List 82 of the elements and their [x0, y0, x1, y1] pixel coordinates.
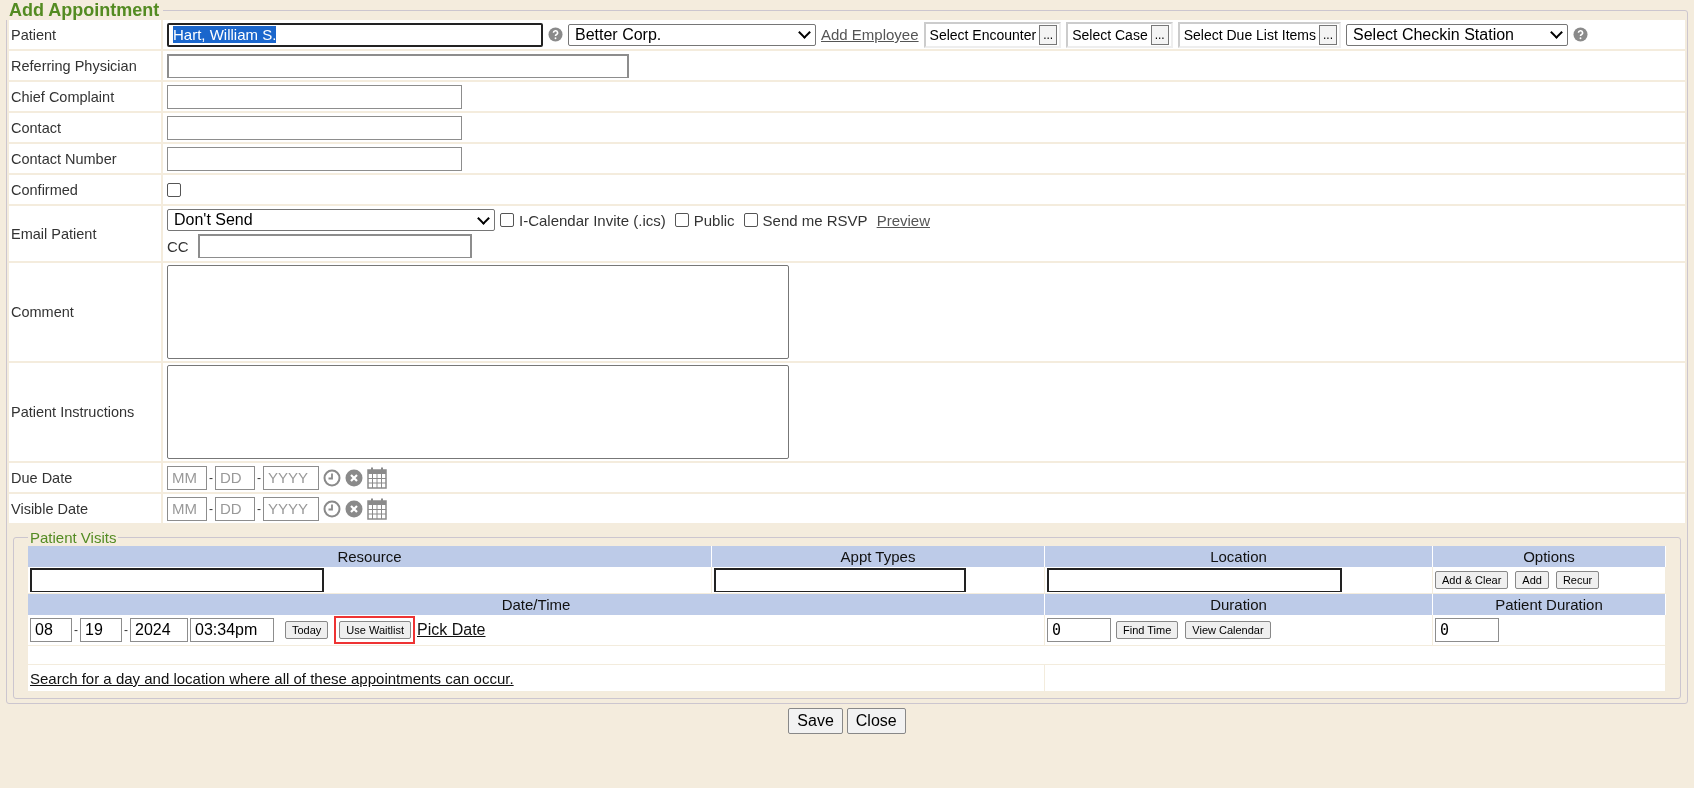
browse-button[interactable]: ... [1319, 24, 1337, 45]
checkbox-label: I-Calendar Invite (.ics) [519, 211, 666, 229]
clock-icon[interactable] [323, 499, 341, 518]
time-field[interactable]: 03:34pm [190, 618, 274, 642]
picker-field[interactable]: Select Case ... [1066, 21, 1173, 48]
calendar-icon[interactable] [367, 466, 387, 489]
preview-link[interactable]: Preview [876, 211, 930, 229]
date-button[interactable]: Use Waitlist [339, 621, 411, 639]
field-label: Patient [9, 20, 161, 49]
patient-field[interactable]: Hart, William S. [167, 22, 543, 47]
text-field[interactable] [167, 146, 462, 171]
field-label: Contact [9, 113, 161, 142]
location-field[interactable] [1047, 568, 1342, 592]
email-dropdown[interactable]: Don't Send [167, 209, 495, 231]
clear-icon[interactable] [345, 499, 363, 518]
field-label: Contact Number [9, 144, 161, 173]
employer-dropdown[interactable]: Better Corp. [568, 23, 816, 46]
browse-button[interactable]: ... [1039, 24, 1058, 45]
text-area[interactable] [167, 265, 789, 359]
clock-icon[interactable] [323, 468, 341, 487]
pick-date-link[interactable]: Pick Date [417, 621, 486, 639]
option-button[interactable]: Add & Clear [1435, 571, 1509, 589]
checkbox[interactable] [167, 182, 181, 197]
help-icon[interactable] [1573, 27, 1588, 42]
date-separator: - [74, 623, 78, 637]
checkbox[interactable] [674, 213, 689, 227]
date-separator: - [209, 470, 213, 485]
field-label: Referring Physician [9, 51, 161, 80]
column-header: Date/Time [28, 594, 1045, 615]
date-separator: - [257, 501, 261, 516]
search-link[interactable]: Search for a day and location where all of these appointments can occur. [30, 669, 514, 687]
field-label: Due Date [9, 463, 161, 492]
text-area[interactable] [167, 365, 789, 459]
appt-types-field[interactable] [714, 568, 966, 592]
column-header: Options [1433, 546, 1666, 567]
column-header: Resource [28, 546, 712, 567]
patient-name: Hart, William S. [173, 26, 277, 43]
text-field[interactable] [167, 115, 462, 140]
checkin-station-dropdown[interactable]: Select Checkin Station [1346, 23, 1568, 46]
field-label: Comment [9, 263, 161, 361]
duration-button[interactable]: View Calendar [1185, 621, 1271, 639]
date-separator: - [209, 501, 213, 516]
date-separator: - [124, 623, 128, 637]
date-separator: - [257, 470, 261, 485]
patient-duration-field[interactable]: 0 [1435, 618, 1499, 642]
calendar-icon[interactable] [367, 497, 387, 520]
field-label: Patient Instructions [9, 363, 161, 461]
checkbox-label: Public [693, 211, 735, 229]
picker-field[interactable]: Select Due List Items ... [1177, 21, 1341, 48]
checkbox-label: Send me RSVP [762, 211, 868, 229]
date-field[interactable]: 08 [30, 618, 72, 642]
duration-button[interactable]: Find Time [1116, 621, 1179, 639]
cc-label: CC [167, 237, 189, 255]
date-button[interactable]: Today [285, 621, 329, 639]
footer-button[interactable]: Close [846, 708, 906, 734]
field-label: Visible Date [9, 494, 161, 523]
checkbox[interactable] [743, 213, 758, 227]
option-button[interactable]: Recur [1555, 571, 1600, 589]
text-field[interactable] [167, 53, 629, 78]
add-employee-link[interactable]: Add Employee [821, 26, 919, 43]
help-icon[interactable] [548, 27, 563, 42]
browse-button[interactable]: ... [1150, 24, 1169, 45]
field-label: Chief Complaint [9, 82, 161, 111]
field-label: Email Patient [9, 206, 161, 261]
clear-icon[interactable] [345, 468, 363, 487]
cc-field[interactable] [197, 234, 472, 258]
option-button[interactable]: Add [1515, 571, 1549, 589]
checkbox[interactable] [500, 213, 514, 227]
date-field[interactable]: 2024 [130, 618, 188, 642]
column-header: Appt Types [712, 546, 1045, 567]
resource-field[interactable] [30, 568, 324, 592]
footer-button[interactable]: Save [788, 708, 843, 734]
column-header: Duration [1045, 594, 1433, 615]
column-header: Patient Duration [1433, 594, 1666, 615]
field-label: Confirmed [9, 175, 161, 204]
column-header: Location [1045, 546, 1433, 567]
text-field[interactable] [167, 84, 462, 109]
duration-field[interactable]: 0 [1047, 618, 1111, 642]
section-title: Patient Visits [29, 529, 118, 546]
date-field[interactable]: 19 [80, 618, 122, 642]
picker-field[interactable]: Select Encounter ... [923, 21, 1062, 48]
form-title: Add Appointment [8, 0, 161, 20]
